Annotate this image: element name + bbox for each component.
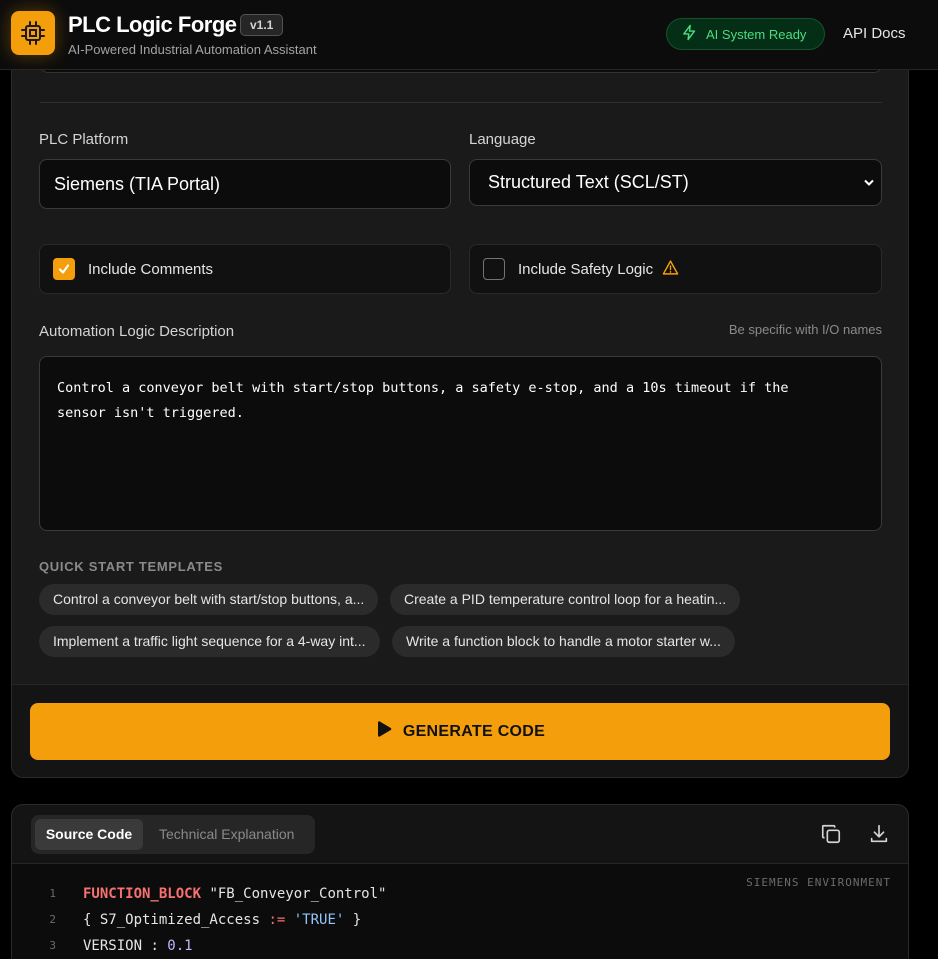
chevron-down-icon [863,172,875,193]
description-textarea[interactable]: Control a conveyor belt with start/stop … [39,356,882,531]
description-label: Automation Logic Description [39,323,235,340]
api-docs-link[interactable]: API Docs [843,25,906,42]
template-chip[interactable]: Create a PID temperature control loop fo… [390,584,741,615]
tab-technical-explanation[interactable]: Technical Explanation [159,819,294,850]
generate-code-button[interactable]: GENERATE CODE [30,703,890,760]
include-comments-label: Include Comments [88,260,214,278]
code-text: { S7_Optimized_Access := 'TRUE' } [83,912,362,928]
chip-icon [11,11,55,55]
code-text: VERSION : 0.1 [83,938,193,954]
divider [40,102,882,103]
include-safety-label: Include Safety Logic [518,260,654,278]
app-subtitle: AI-Powered Industrial Automation Assista… [68,42,317,57]
code-line: 2 { S7_Optimized_Access := 'TRUE' } [12,907,908,933]
output-tabs: Source Code Technical Explanation [31,815,315,854]
download-icon[interactable] [866,821,892,847]
description-hint: Be specific with I/O names [728,322,882,337]
include-comments-checkbox[interactable] [53,258,75,280]
tab-source-code[interactable]: Source Code [35,819,143,850]
app-header: PLC Logic Forge v1.1 AI-Powered Industri… [0,0,938,70]
template-chip[interactable]: Write a function block to handle a motor… [392,626,735,657]
line-number: 3 [49,939,56,952]
include-comments-toggle[interactable]: Include Comments [39,244,451,294]
templates-heading: QUICK START TEMPLATES [39,559,223,574]
language-select[interactable]: Structured Text (SCL/ST) [469,159,882,206]
warning-icon [662,259,679,280]
template-chip[interactable]: Control a conveyor belt with start/stop … [39,584,379,615]
language-label: Language [469,131,536,148]
generator-card: PLC Platform Siemens (TIA Portal) Langua… [11,40,909,778]
platform-value: Siemens (TIA Portal) [54,173,221,194]
code-output-panel: Source Code Technical Explanation SIEMEN… [11,804,909,959]
play-icon [375,720,393,743]
app-title: PLC Logic Forge [68,12,237,37]
card-footer: GENERATE CODE [12,684,908,777]
code-line: 1 FUNCTION_BLOCK "FB_Conveyor_Control" [12,881,908,907]
version-badge: v1.1 [240,14,284,36]
include-safety-checkbox[interactable] [483,258,505,280]
lightning-icon [681,24,698,44]
line-number: 2 [49,913,56,926]
line-number: 1 [49,887,56,900]
status-badge: AI System Ready [666,18,825,50]
code-viewer[interactable]: SIEMENS ENVIRONMENT 1 FUNCTION_BLOCK "FB… [12,863,908,959]
copy-icon[interactable] [818,821,844,847]
template-chip[interactable]: Implement a traffic light sequence for a… [39,626,380,657]
status-text: AI System Ready [706,26,807,42]
generate-code-label: GENERATE CODE [402,722,546,740]
platform-input[interactable]: Siemens (TIA Portal) [39,159,451,209]
language-value: Structured Text (SCL/ST) [488,172,689,192]
platform-label: PLC Platform [39,131,129,148]
code-line: 3 VERSION : 0.1 [12,933,908,959]
code-text: FUNCTION_BLOCK "FB_Conveyor_Control" [83,886,387,902]
include-safety-toggle[interactable]: Include Safety Logic [469,244,882,294]
